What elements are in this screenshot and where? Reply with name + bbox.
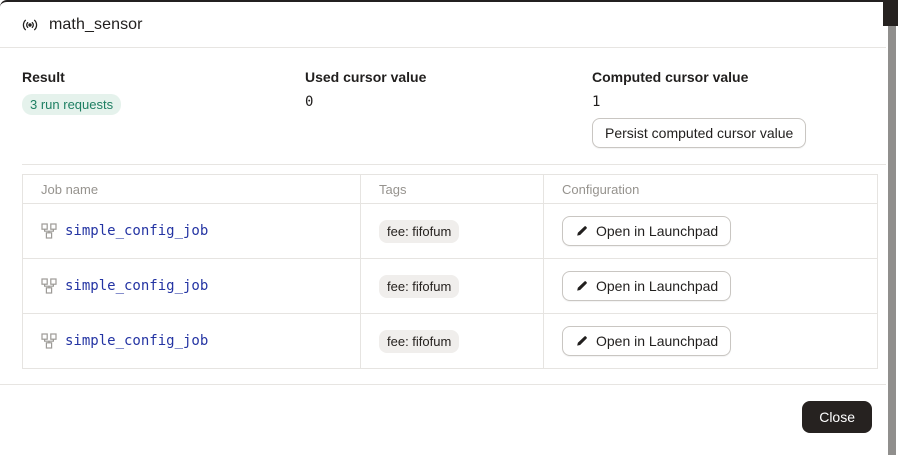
column-header-job-name: Job name [23,175,361,204]
open-in-launchpad-button[interactable]: Open in Launchpad [562,216,731,246]
computed-cursor-column: Computed cursor value 1 Persist computed… [592,48,886,164]
table-row: simple_config_job fee: fifofum Open in L… [23,204,878,259]
used-cursor-value: 0 [305,94,592,110]
run-requests-table: Job name Tags Configuration simple_confi… [22,174,878,369]
open-in-launchpad-label: Open in Launchpad [596,277,718,295]
job-graph-icon [41,333,57,349]
page-scrollbar[interactable] [888,26,896,455]
open-in-launchpad-button[interactable]: Open in Launchpad [562,271,731,301]
dialog-footer: Close [0,385,886,433]
dialog-title: math_sensor [49,16,143,34]
result-label: Result [22,69,305,85]
used-cursor-label: Used cursor value [305,69,592,85]
job-graph-icon [41,278,57,294]
job-name-link[interactable]: simple_config_job [65,333,208,349]
run-requests-badge: 3 run requests [22,94,121,115]
summary-table-divider [22,164,886,165]
table-row: simple_config_job fee: fifofum Open in L… [23,259,878,314]
table-header-row: Job name Tags Configuration [23,175,878,204]
computed-cursor-label: Computed cursor value [592,69,886,85]
pencil-icon [575,280,588,293]
open-in-launchpad-label: Open in Launchpad [596,222,718,240]
computed-cursor-value: 1 [592,94,886,110]
tag-pill: fee: fifofum [379,275,459,298]
used-cursor-column: Used cursor value 0 [305,48,592,164]
job-graph-icon [41,223,57,239]
column-header-tags: Tags [361,175,544,204]
dialog-header: math_sensor [0,2,886,48]
persist-cursor-button[interactable]: Persist computed cursor value [592,118,806,148]
table-row: simple_config_job fee: fifofum Open in L… [23,314,878,369]
sensor-broadcast-icon [22,17,38,33]
column-header-configuration: Configuration [544,175,878,204]
sensor-evaluation-dialog: math_sensor Result 3 run requests Used c… [0,0,886,455]
tag-pill: fee: fifofum [379,220,459,243]
open-in-launchpad-label: Open in Launchpad [596,332,718,350]
job-name-link[interactable]: simple_config_job [65,278,208,294]
open-in-launchpad-button[interactable]: Open in Launchpad [562,326,731,356]
persist-cursor-button-label: Persist computed cursor value [605,124,793,142]
backdrop-dark-corner [883,0,898,26]
evaluation-summary: Result 3 run requests Used cursor value … [0,48,886,164]
pencil-icon [575,225,588,238]
job-name-link[interactable]: simple_config_job [65,223,208,239]
result-column: Result 3 run requests [22,48,305,164]
close-button[interactable]: Close [802,401,872,433]
tag-pill: fee: fifofum [379,330,459,353]
pencil-icon [575,335,588,348]
